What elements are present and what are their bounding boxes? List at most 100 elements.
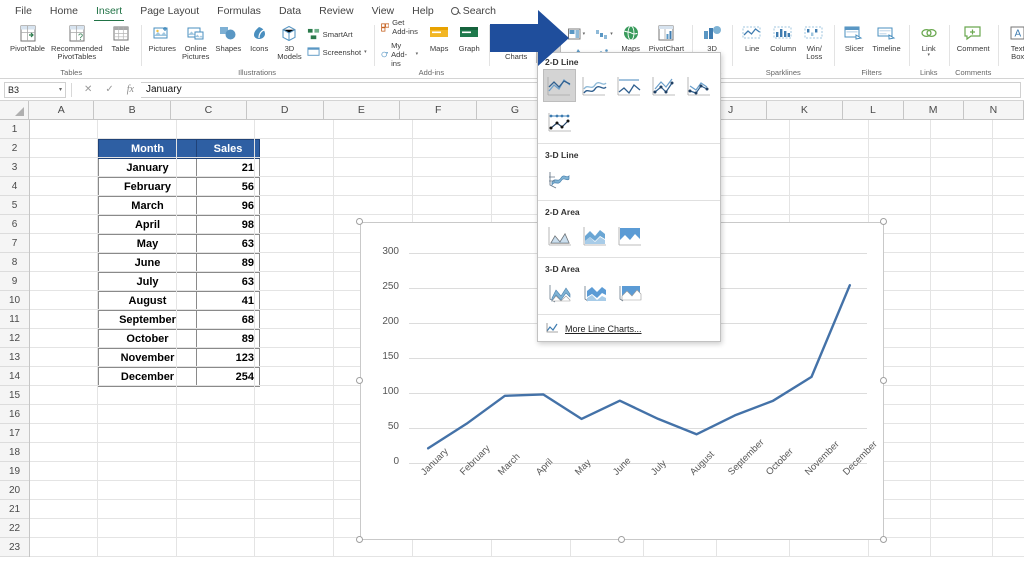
table-row[interactable]: November 123	[98, 348, 260, 368]
hierarchy-chart-button[interactable]: ▾	[564, 25, 589, 43]
column-header-M[interactable]: M	[904, 101, 964, 119]
cell-sales[interactable]: 63	[196, 272, 260, 292]
maps-chart-button[interactable]: Maps	[616, 23, 646, 54]
more-line-charts-item[interactable]: More Line Charts...	[538, 317, 720, 341]
row-header-7[interactable]: 7	[0, 234, 29, 253]
column-header-B[interactable]: B	[94, 101, 171, 119]
timeline-button[interactable]: Timeline	[869, 23, 903, 54]
row-header-15[interactable]: 15	[0, 386, 29, 405]
row-header-22[interactable]: 22	[0, 519, 29, 538]
shapes-button[interactable]: Shapes	[212, 23, 244, 54]
cell-month[interactable]: June	[98, 253, 197, 273]
table-row[interactable]: February 56	[98, 177, 260, 197]
smartart-button[interactable]: SmartArt	[305, 27, 369, 42]
pivottable-button[interactable]: PivotTable	[7, 23, 48, 54]
gallery-item-area-3d-100-stacked[interactable]	[613, 276, 646, 309]
maps-addin-button[interactable]: Maps	[424, 23, 454, 54]
column-header-K[interactable]: K	[767, 101, 844, 119]
cell-month[interactable]: March	[98, 196, 197, 216]
cell-month[interactable]: February	[98, 177, 197, 197]
my-addins-caret-icon[interactable]: ▾	[416, 52, 419, 57]
row-header-2[interactable]: 2	[0, 139, 29, 158]
name-box-caret-icon[interactable]: ▾	[59, 86, 62, 93]
gallery-item-line-3d[interactable]	[543, 162, 576, 195]
cell-month[interactable]: July	[98, 272, 197, 292]
table-row[interactable]: September 68	[98, 310, 260, 330]
row-header-8[interactable]: 8	[0, 253, 29, 272]
cell-month[interactable]: October	[98, 329, 197, 349]
row-header-10[interactable]: 10	[0, 291, 29, 310]
row-header-13[interactable]: 13	[0, 348, 29, 367]
cell-sales[interactable]: 89	[196, 253, 260, 273]
chart-handle-bottom-center[interactable]	[618, 536, 625, 543]
ribbon-tab-data[interactable]: Data	[270, 3, 310, 19]
ribbon-tab-insert[interactable]: Insert	[87, 3, 131, 22]
column-header-E[interactable]: E	[324, 101, 401, 119]
sparkline-column-button[interactable]: Column	[767, 23, 799, 54]
gallery-item-line-stacked[interactable]	[577, 69, 611, 102]
row-header-20[interactable]: 20	[0, 481, 29, 500]
row-header-4[interactable]: 4	[0, 177, 29, 196]
row-header-5[interactable]: 5	[0, 196, 29, 215]
cell-month[interactable]: January	[98, 158, 197, 178]
cell-month[interactable]: December	[98, 367, 197, 387]
column-chart-button[interactable]: ▾	[536, 25, 561, 43]
link-button[interactable]: Link ▾	[914, 23, 944, 59]
column-header-A[interactable]: A	[29, 101, 95, 119]
cancel-formula-icon[interactable]: ✕	[84, 84, 92, 95]
row-header-16[interactable]: 16	[0, 405, 29, 424]
table-row[interactable]: December 254	[98, 367, 260, 387]
gallery-item-area[interactable]	[543, 219, 576, 252]
line-chart-dropdown-gallery[interactable]: 2-D Line 3-D Line 2-D Area 3-D Area More Lin…	[537, 52, 721, 342]
gallery-item-area-3d-stacked[interactable]	[578, 276, 611, 309]
row-header-18[interactable]: 18	[0, 443, 29, 462]
gallery-item-area-stacked[interactable]	[578, 219, 611, 252]
3d-models-button[interactable]: 3D Models	[274, 23, 304, 63]
chart-handle-bottom-left[interactable]	[356, 536, 363, 543]
text-box-button[interactable]: A Text Box	[1003, 23, 1024, 63]
table-row[interactable]: April 98	[98, 215, 260, 235]
row-header-14[interactable]: 14	[0, 367, 29, 386]
gallery-item-line-100-stacked[interactable]	[612, 69, 646, 102]
cell-sales[interactable]: 123	[196, 348, 260, 368]
ribbon-tab-formulas[interactable]: Formulas	[208, 3, 270, 19]
chart-handle-middle-right[interactable]	[880, 377, 887, 384]
column-header-D[interactable]: D	[247, 101, 324, 119]
cell-month[interactable]: September	[98, 310, 197, 330]
graph-addin-button[interactable]: Graph	[454, 23, 484, 54]
table-header-sales[interactable]: Sales	[196, 139, 260, 159]
link-caret-icon[interactable]: ▾	[927, 53, 930, 58]
recommended-pivottables-button[interactable]: ? Recommended PivotTables	[48, 23, 106, 63]
cell-sales[interactable]: 56	[196, 177, 260, 197]
table-header-month[interactable]: Month	[98, 139, 197, 159]
cell-sales[interactable]: 68	[196, 310, 260, 330]
cell-sales[interactable]: 98	[196, 215, 260, 235]
row-header-23[interactable]: 23	[0, 538, 29, 557]
ribbon-tab-file[interactable]: File	[6, 3, 41, 19]
recommended-charts-button[interactable]: ? Recommended Charts	[490, 23, 542, 63]
select-all-corner[interactable]	[0, 101, 30, 119]
row-header-3[interactable]: 3	[0, 158, 29, 177]
column-header-F[interactable]: F	[400, 101, 478, 119]
table-row[interactable]: January 21	[98, 158, 260, 178]
chart-handle-bottom-right[interactable]	[880, 536, 887, 543]
column-header-C[interactable]: C	[171, 101, 247, 119]
gallery-item-line-markers[interactable]	[647, 69, 681, 102]
insert-function-icon[interactable]: fx	[127, 84, 134, 95]
cell-sales[interactable]: 254	[196, 367, 260, 387]
row-header-9[interactable]: 9	[0, 272, 29, 291]
gallery-item-area-100-stacked[interactable]	[613, 219, 646, 252]
gallery-item-line-markers-100-stacked[interactable]	[543, 105, 576, 138]
gallery-item-line-markers-stacked[interactable]	[682, 69, 715, 102]
cell-month[interactable]: November	[98, 348, 197, 368]
row-header-21[interactable]: 21	[0, 500, 29, 519]
table-row[interactable]: July 63	[98, 272, 260, 292]
table-row[interactable]: March 96	[98, 196, 260, 216]
table-row[interactable]: June 89	[98, 253, 260, 273]
ribbon-tab-review[interactable]: Review	[310, 3, 362, 19]
row-header-19[interactable]: 19	[0, 462, 29, 481]
confirm-formula-icon[interactable]: ✓	[105, 84, 113, 95]
screenshot-caret-icon[interactable]: ▾	[364, 49, 367, 55]
cell-month[interactable]: August	[98, 291, 197, 311]
gallery-item-line[interactable]	[543, 69, 576, 102]
